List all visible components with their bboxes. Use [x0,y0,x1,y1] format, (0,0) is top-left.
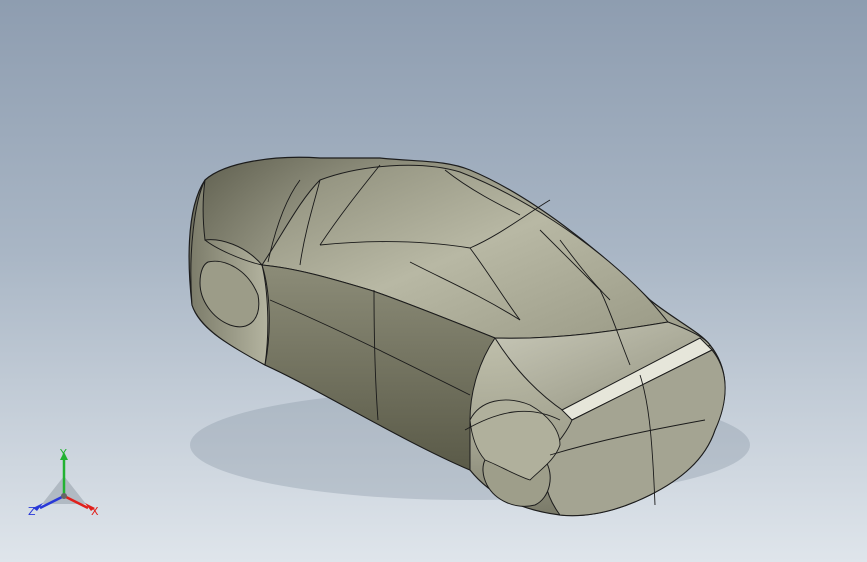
y-axis-label: Y [59,448,67,460]
car-model[interactable] [0,0,867,562]
coordinate-triad[interactable]: Y X Z [24,448,104,524]
graphics-viewport[interactable]: Y X Z [0,0,867,562]
z-axis-label: Z [28,505,36,518]
x-axis-label: X [91,505,99,518]
triad-origin [61,493,67,499]
